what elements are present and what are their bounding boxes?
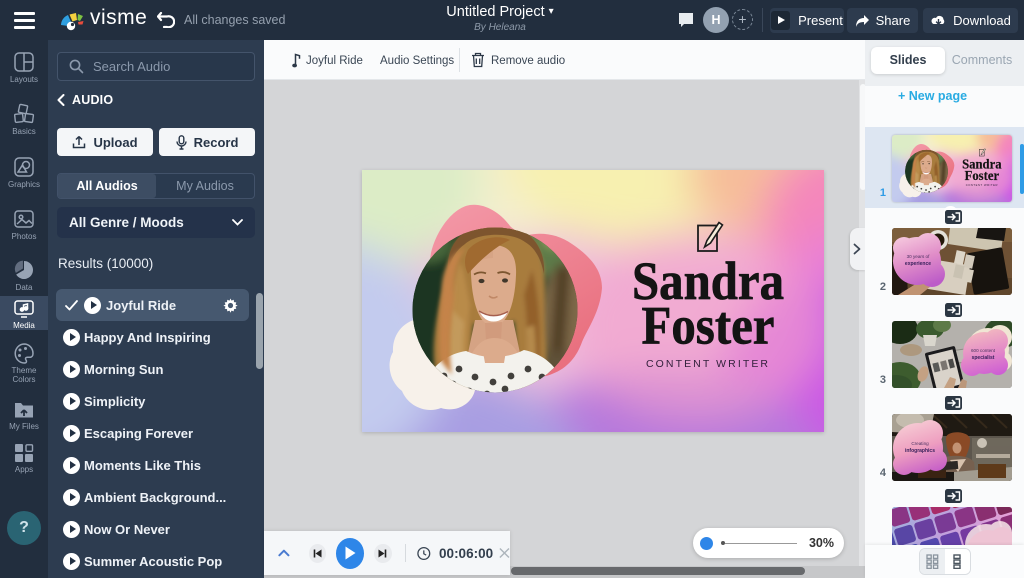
svg-text:specialist: specialist <box>972 355 995 361</box>
svg-text:Foster: Foster <box>642 296 775 356</box>
svg-text:Creating: Creating <box>911 441 929 446</box>
svg-text:600 content: 600 content <box>971 348 996 353</box>
svg-text:experience: experience <box>905 261 931 267</box>
svg-text:infographics: infographics <box>905 448 935 454</box>
svg-text:30 years of: 30 years of <box>907 254 930 259</box>
